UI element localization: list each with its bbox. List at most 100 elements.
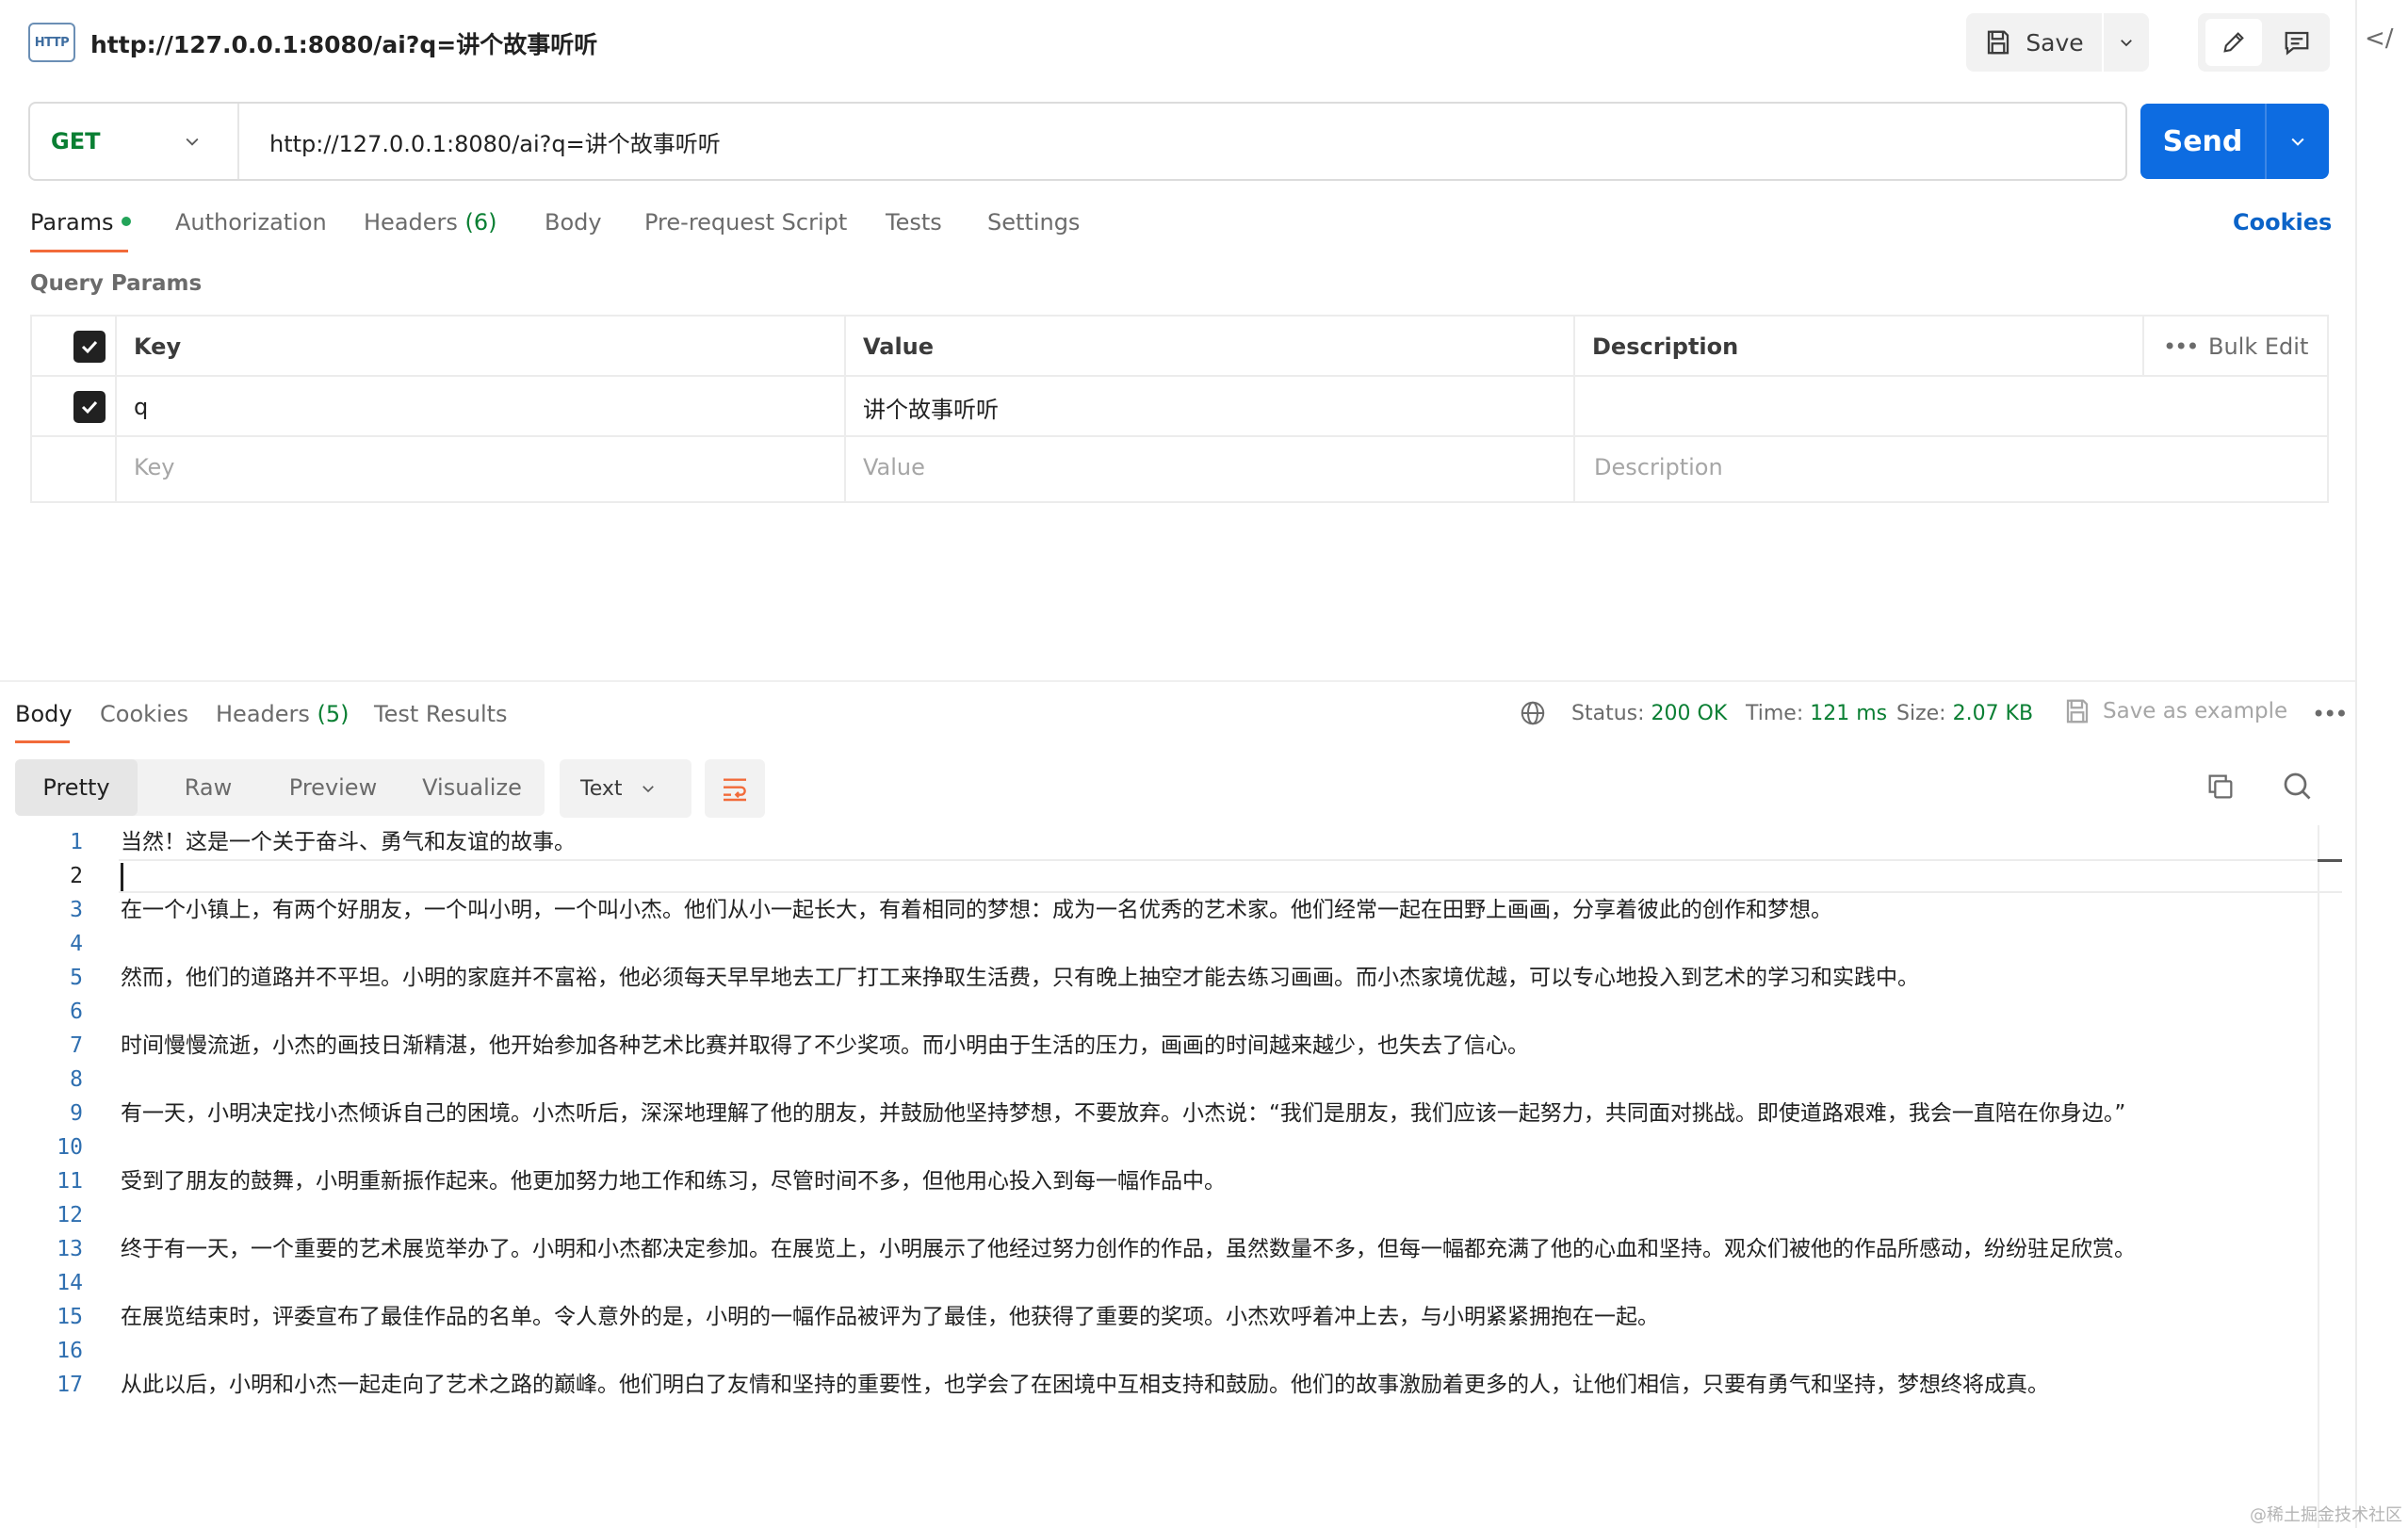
- response-type-label: Text: [580, 776, 623, 801]
- more-options-icon[interactable]: •••: [2163, 317, 2199, 377]
- send-group: Send: [2140, 104, 2329, 179]
- response-tab-body[interactable]: Body: [15, 701, 73, 727]
- tab-params[interactable]: Params: [30, 209, 131, 236]
- code-line-text: 有一天，小明决定找小杰倾诉自己的困境。小杰听后，深深地理解了他的朋友，并鼓励他坚…: [121, 1101, 2126, 1126]
- code-line: 11 受到了朋友的鼓舞，小明重新振作起来。他更加努力地工作和练习，尽管时间不多，但…: [0, 1164, 2327, 1198]
- save-button[interactable]: Save: [1966, 13, 2102, 72]
- response-size[interactable]: Size: 2.07 KB: [1896, 702, 2033, 725]
- format-toggle-group: Pretty Raw Preview Visualize: [15, 759, 545, 816]
- format-pretty-button[interactable]: Pretty: [15, 759, 138, 816]
- code-line: 3 在一个小镇上，有两个好朋友，一个叫小明，一个叫小杰。他们从小一起长大，有着相同…: [0, 893, 2327, 927]
- bulk-edit-button[interactable]: Bulk Edit: [2208, 317, 2308, 377]
- send-button[interactable]: Send: [2140, 104, 2265, 179]
- cookies-link[interactable]: Cookies: [2233, 209, 2332, 236]
- code-line: 13 终于有一天，一个重要的艺术展览举办了。小明和小杰都决定参加。在展览上，小明展…: [0, 1232, 2327, 1266]
- tab-tests[interactable]: Tests: [886, 209, 942, 236]
- line-number: 10: [57, 1135, 83, 1160]
- search-button[interactable]: [2280, 769, 2314, 806]
- line-number: 4: [70, 932, 83, 956]
- query-params-table: Key Value Description ••• Bulk Edit q 讲个…: [30, 315, 2329, 503]
- code-line: 1 当然！这是一个关于奋斗、勇气和友谊的故事。: [0, 825, 2327, 859]
- wrap-lines-icon: [724, 778, 746, 802]
- response-time[interactable]: Time: 121 ms: [1746, 702, 1887, 725]
- tab-pre-request-script[interactable]: Pre-request Script: [644, 209, 847, 236]
- right-sidebar: </: [2355, 0, 2408, 1528]
- globe-icon[interactable]: [1519, 699, 1547, 731]
- comment-button[interactable]: [2270, 19, 2324, 66]
- code-line-text: 受到了朋友的鼓舞，小明重新振作起来。他更加努力地工作和练习，尽管时间不多，但他用…: [121, 1169, 1226, 1194]
- response-body-editor[interactable]: 1 当然！这是一个关于奋斗、勇气和友谊的故事。 2 3 在一个小镇上，有两个好朋友，一个…: [0, 825, 2346, 1528]
- chevron-down-icon: [2121, 40, 2132, 47]
- format-raw-button[interactable]: Raw: [147, 759, 269, 816]
- code-line: 10: [0, 1130, 2327, 1164]
- query-params-title: Query Params: [30, 271, 203, 296]
- select-all-checkbox[interactable]: [73, 331, 106, 363]
- response-type-select[interactable]: Text: [560, 759, 691, 818]
- response-tab-headers[interactable]: Headers (5): [216, 701, 350, 727]
- save-dropdown-button[interactable]: [2104, 13, 2149, 72]
- line-number: 7: [70, 1033, 83, 1058]
- response-more-icon[interactable]: •••: [2312, 701, 2348, 727]
- response-status[interactable]: Status: 200 OK: [1571, 702, 1727, 725]
- save-group: Save: [1966, 13, 2149, 72]
- table-header-row: Key Value Description ••• Bulk Edit: [32, 317, 2327, 377]
- copy-button[interactable]: [2205, 771, 2237, 806]
- line-number: 11: [57, 1169, 83, 1194]
- row-enable-checkbox[interactable]: [73, 391, 106, 423]
- format-visualize-button[interactable]: Visualize: [401, 759, 543, 816]
- time-label: Time:: [1746, 702, 1804, 725]
- copy-icon: [2208, 774, 2233, 799]
- watermark-text: @稀土掘金技术社区: [2250, 1505, 2402, 1525]
- tab-authorization[interactable]: Authorization: [175, 209, 327, 236]
- code-line: 4: [0, 927, 2327, 961]
- line-number: 16: [57, 1339, 83, 1363]
- search-icon: [2284, 772, 2311, 800]
- url-bar: GET: [28, 102, 2127, 181]
- code-line: 2: [0, 859, 2327, 893]
- check-icon: [81, 400, 98, 415]
- format-preview-button[interactable]: Preview: [269, 759, 397, 816]
- params-active-dot: [121, 217, 131, 226]
- new-description-input[interactable]: Description: [1594, 437, 1723, 497]
- send-dropdown-button[interactable]: [2267, 104, 2329, 179]
- column-description-header: Description: [1592, 333, 1739, 360]
- line-number: 1: [70, 830, 83, 854]
- response-tab-cookies[interactable]: Cookies: [100, 701, 188, 727]
- new-value-input[interactable]: Value: [863, 437, 925, 497]
- code-line: 14: [0, 1266, 2327, 1300]
- column-key-header: Key: [134, 333, 182, 360]
- edit-button[interactable]: [2205, 19, 2262, 66]
- request-header: HTTP http://127.0.0.1:8080/ai?q=讲个故事听听 S…: [0, 0, 2355, 87]
- wrap-lines-button[interactable]: [705, 759, 765, 818]
- column-value-header: Value: [863, 333, 935, 360]
- code-line: 7 时间慢慢流逝，小杰的画技日渐精湛，他开始参加各种艺术比赛并取得了不少奖项。而小…: [0, 1029, 2327, 1063]
- editor-scrollbar[interactable]: [2318, 825, 2319, 1528]
- time-value: 121 ms: [1810, 702, 1888, 725]
- response-tab-active-underline: [15, 740, 70, 743]
- code-line: 5 然而，他们的道路并不平坦。小明的家庭并不富裕，他必须每天早早地去工厂打工来挣取…: [0, 961, 2327, 995]
- http-icon: HTTP: [28, 23, 75, 62]
- save-label: Save: [2026, 28, 2084, 57]
- new-key-input[interactable]: Key: [134, 437, 175, 497]
- response-tab-test-results[interactable]: Test Results: [374, 701, 508, 727]
- scrollbar-thumb[interactable]: [2318, 859, 2342, 862]
- pencil-icon: [2223, 32, 2244, 53]
- request-title[interactable]: http://127.0.0.1:8080/ai?q=讲个故事听听: [90, 26, 597, 60]
- line-number: 12: [57, 1203, 83, 1227]
- param-key-cell[interactable]: q: [134, 377, 148, 437]
- tab-body[interactable]: Body: [545, 209, 602, 236]
- tab-settings[interactable]: Settings: [987, 209, 1080, 236]
- tab-active-underline: [30, 250, 128, 252]
- status-label: Status:: [1571, 702, 1645, 725]
- code-line-text: 在展览结束时，评委宣布了最佳作品的名单。令人意外的是，小明的一幅作品被评为了最佳…: [121, 1305, 1659, 1329]
- url-input[interactable]: [241, 104, 2123, 179]
- response-tab-headers-count: (5): [317, 701, 350, 727]
- tab-headers[interactable]: Headers (6): [364, 209, 497, 236]
- method-select[interactable]: GET: [30, 104, 239, 179]
- param-value-cell[interactable]: 讲个故事听听: [863, 377, 999, 437]
- save-as-example-button[interactable]: Save as example: [2063, 697, 2287, 725]
- comment-icon: [2285, 31, 2309, 56]
- code-snippet-icon[interactable]: </: [2365, 24, 2394, 53]
- table-row-new: Key Value Description: [32, 437, 2327, 497]
- save-as-example-label: Save as example: [2103, 699, 2288, 723]
